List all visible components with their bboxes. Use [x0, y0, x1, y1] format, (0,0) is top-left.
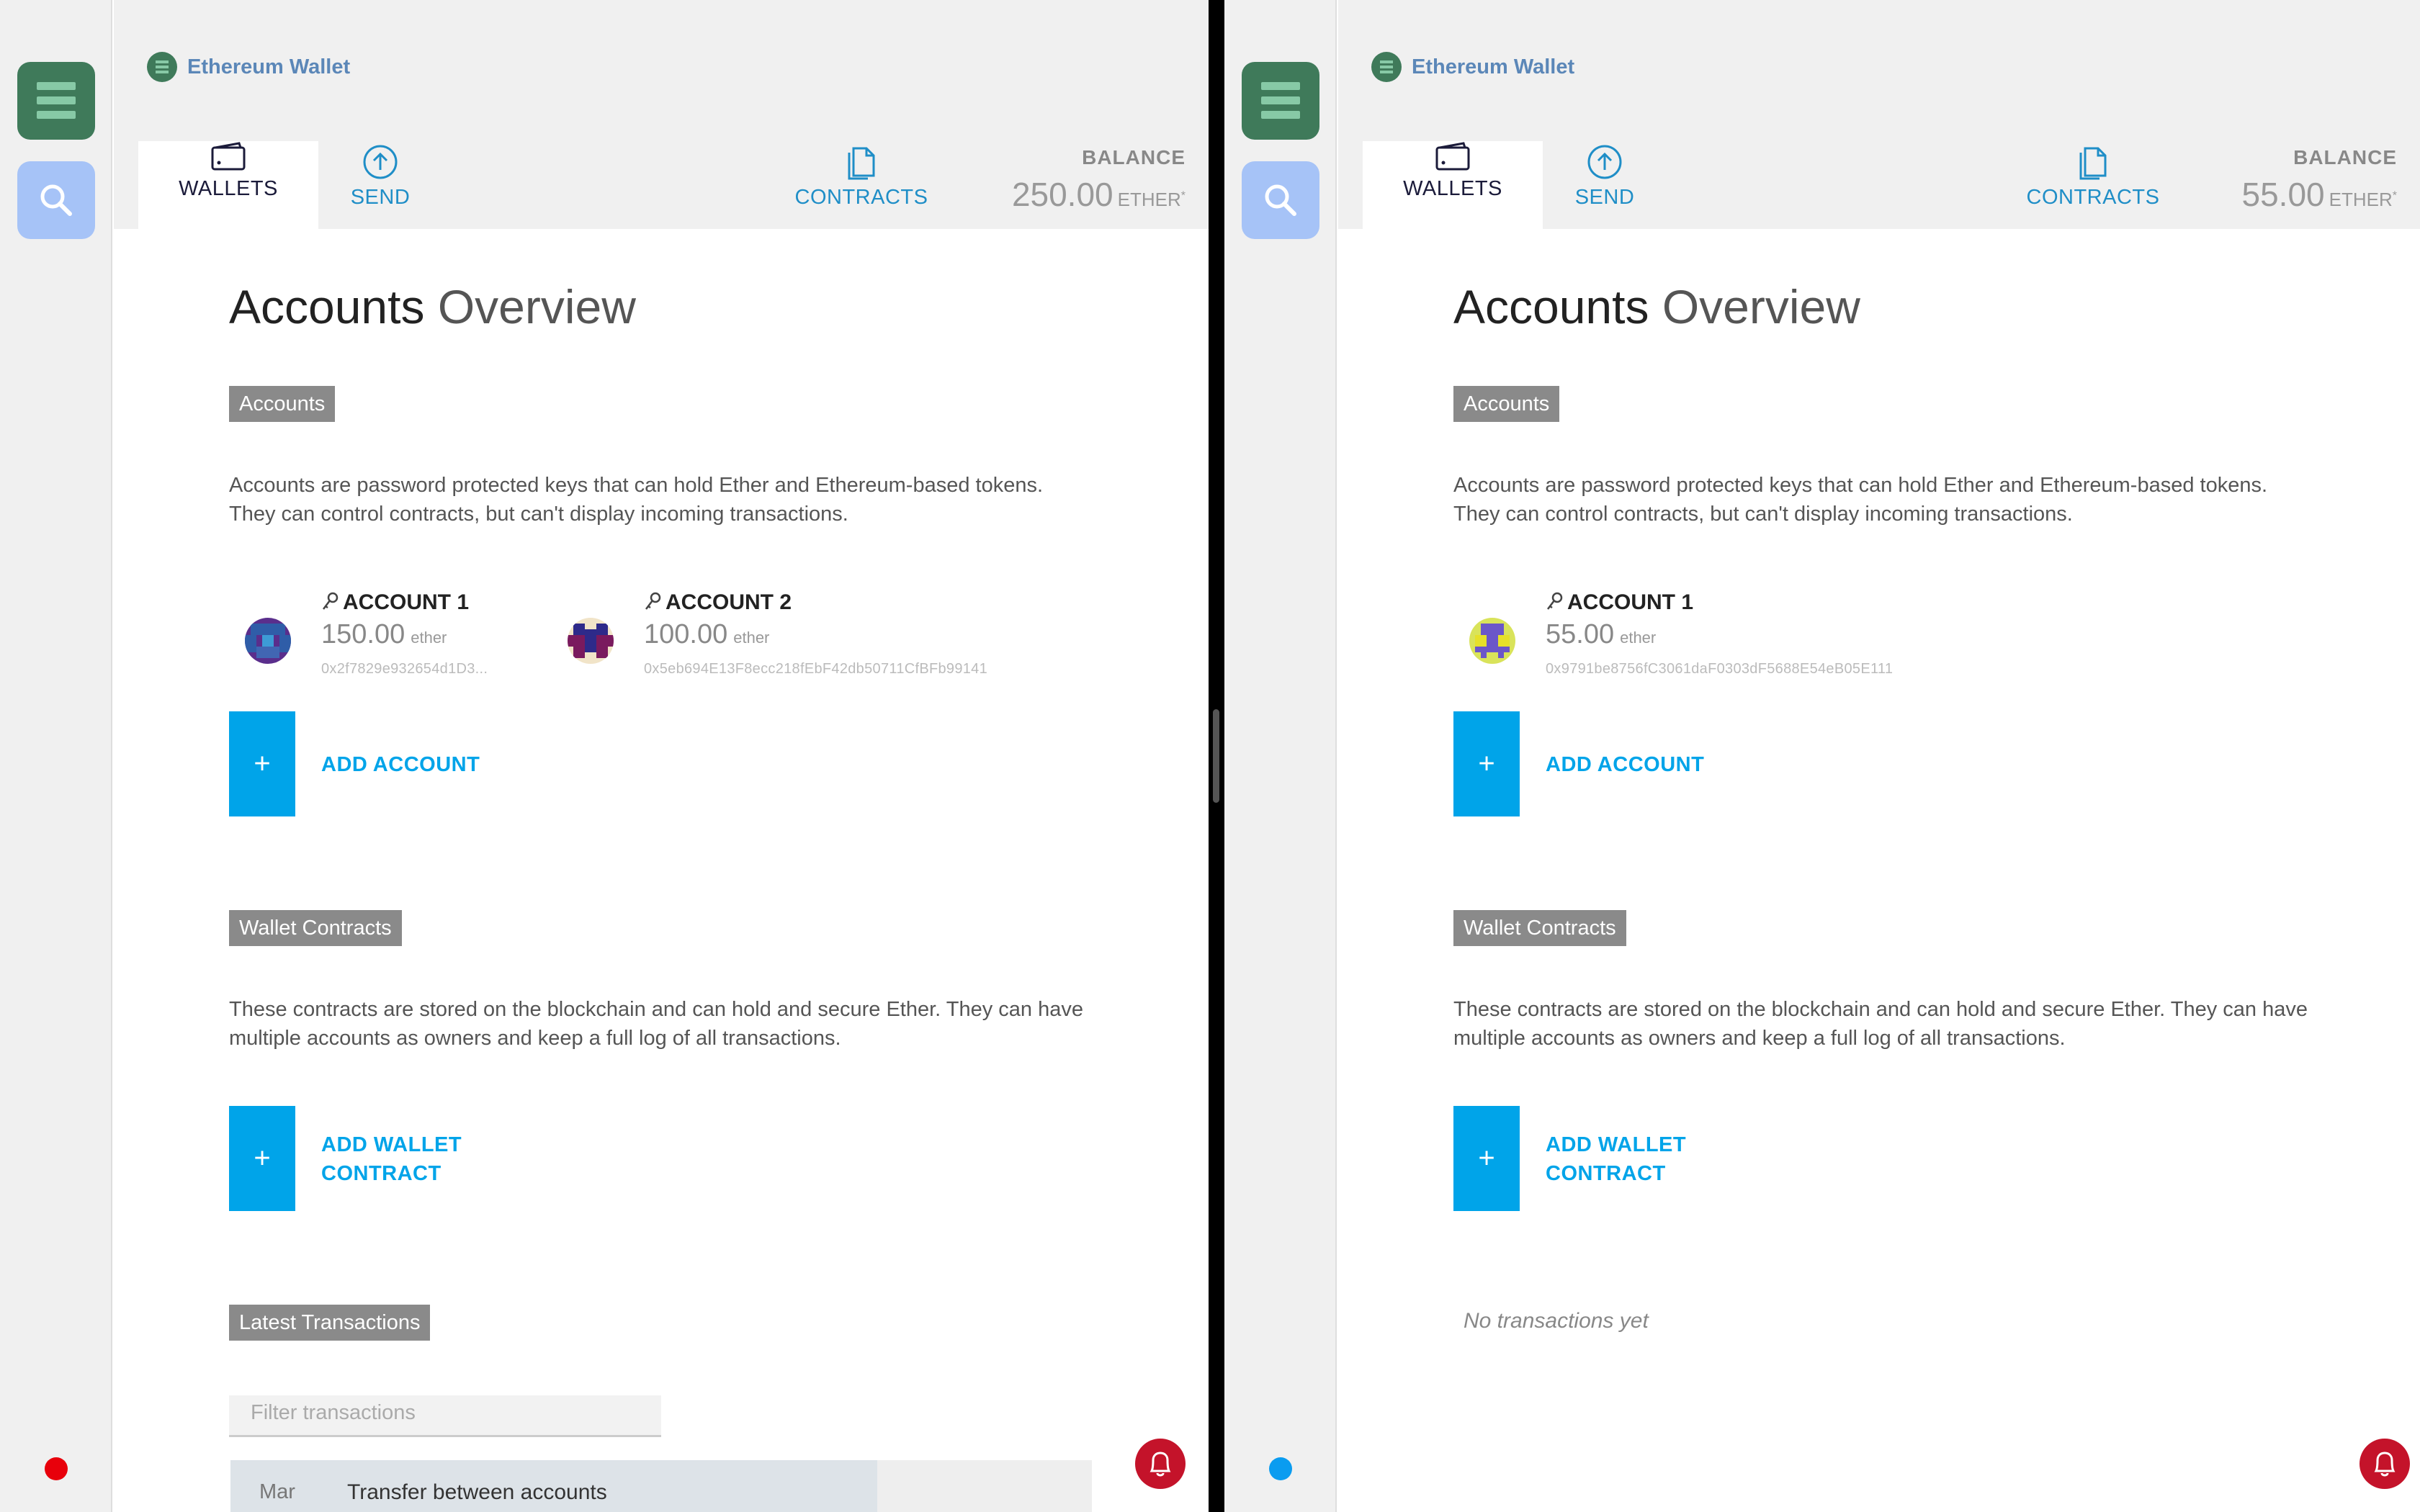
add-account-label[interactable]: ADD ACCOUNT — [321, 750, 480, 779]
account-balance: 100.00 ether — [644, 619, 770, 649]
account-identicon — [568, 618, 614, 664]
balance-label: BALANCE — [2293, 146, 2397, 168]
contracts-icon — [2079, 147, 2107, 180]
header: Ethereum Wallet WALLETS SEND CONTRACTS B… — [114, 0, 1209, 229]
account-card[interactable]: ACCOUNT 1 150.00 ether 0x2f7829e932654d1D… — [245, 590, 519, 698]
account-name: ACCOUNT 1 — [321, 590, 469, 615]
wallet-icon — [211, 142, 246, 171]
key-icon — [323, 592, 339, 610]
right-window: Ethereum Wallet WALLETS SEND CONTRACTS B… — [1224, 0, 2420, 1512]
status-indicator — [45, 1457, 68, 1480]
contracts-icon — [848, 147, 875, 180]
accounts-section-label: Accounts — [229, 386, 336, 422]
status-indicator — [1269, 1457, 1292, 1480]
tab-wallets-label: WALLETS — [179, 177, 278, 200]
transaction-month: Mar — [259, 1480, 295, 1503]
tab-contracts[interactable]: CONTRACTS — [2021, 144, 2165, 210]
balance-amount: 55.00 — [2241, 176, 2325, 213]
brand-logo — [147, 52, 177, 82]
account-card[interactable]: ACCOUNT 2 100.00 ether 0x5eb694E13F8ecc21… — [568, 590, 987, 698]
page-title: Accounts Overview — [1453, 280, 1860, 333]
account-card[interactable]: ACCOUNT 1 55.00 ether 0x9791be8756fC3061d… — [1469, 590, 1973, 698]
tab-contracts-label: CONTRACTS — [2026, 186, 2160, 209]
add-wallet-contract-button[interactable]: + — [1453, 1106, 1520, 1211]
accounts-section-label: Accounts — [1453, 386, 1560, 422]
account-balance: 55.00 ether — [1546, 619, 1657, 649]
accounts-description: Accounts are password protected keys tha… — [229, 474, 1044, 526]
table-row[interactable]: Mar Transfer between accounts — [230, 1460, 1092, 1512]
accounts-description: Accounts are password protected keys tha… — [1453, 474, 2268, 526]
wallet-contracts-description: These contracts are stored on the blockc… — [229, 998, 1083, 1050]
notification-bell-icon[interactable] — [2360, 1439, 2410, 1489]
account-address: 0x2f7829e932654d1D3... — [321, 661, 488, 677]
wallet-app-icon[interactable] — [17, 62, 95, 140]
filter-transactions-input[interactable]: Filter transactions — [229, 1395, 661, 1437]
app-brand[interactable]: Ethereum Wallet — [1371, 52, 1574, 82]
notification-bell-icon[interactable] — [1135, 1439, 1186, 1489]
add-account-button[interactable]: + — [1453, 711, 1520, 816]
wallet-icon — [1435, 142, 1470, 171]
account-address: 0x9791be8756fC3061daF0303dF5688E54eB05E1… — [1546, 661, 1894, 677]
page-title: Accounts Overview — [229, 280, 636, 333]
tab-contracts[interactable]: CONTRACTS — [789, 144, 933, 210]
add-wallet-contract-label[interactable]: ADD WALLET CONTRACT — [1546, 1130, 1686, 1188]
account-identicon — [245, 618, 291, 664]
account-address: 0x5eb694E13F8ecc218fEbF42db50711CfBFb991… — [644, 661, 988, 677]
transaction-description: Transfer between accounts — [347, 1480, 607, 1504]
tab-send[interactable]: SEND — [1554, 144, 1655, 210]
wallet-app-icon[interactable] — [1242, 62, 1319, 140]
search-icon[interactable] — [1242, 161, 1319, 239]
tab-send-label: SEND — [1574, 186, 1635, 209]
add-wallet-contract-label[interactable]: ADD WALLET CONTRACT — [321, 1130, 462, 1188]
wallet-contracts-description: These contracts are stored on the blockc… — [1453, 998, 2308, 1050]
app-rail — [0, 0, 112, 1512]
add-wallet-contract-button[interactable]: + — [229, 1106, 295, 1211]
app-brand[interactable]: Ethereum Wallet — [147, 52, 350, 82]
balance-value: 250.00 ETHER* — [1012, 175, 1186, 214]
add-account-button[interactable]: + — [229, 711, 295, 816]
tab-wallets[interactable]: WALLETS — [1363, 141, 1543, 229]
split-resize-handle[interactable] — [1213, 709, 1219, 803]
search-icon[interactable] — [17, 161, 95, 239]
no-transactions-message: No transactions yet — [1464, 1309, 1649, 1333]
key-icon — [645, 592, 661, 610]
latest-transactions-section-label: Latest Transactions — [229, 1305, 431, 1341]
left-window: Ethereum Wallet WALLETS SEND CONTRACTS B… — [0, 0, 1209, 1512]
account-name: ACCOUNT 2 — [644, 590, 792, 615]
app-rail — [1224, 0, 1337, 1512]
tab-contracts-label: CONTRACTS — [794, 186, 928, 209]
main-content: Accounts Overview Accounts Accounts are … — [1338, 229, 2420, 1512]
balance-unit: ETHER* — [1117, 189, 1186, 210]
wallet-contracts-section-label: Wallet Contracts — [229, 910, 402, 946]
wallet-contracts-section-label: Wallet Contracts — [1453, 910, 1626, 946]
account-name: ACCOUNT 1 — [1546, 590, 1693, 615]
brand-title: Ethereum Wallet — [1412, 55, 1575, 78]
send-icon — [1587, 145, 1622, 179]
brand-title: Ethereum Wallet — [187, 55, 351, 78]
main-content: Accounts Overview Accounts Accounts are … — [114, 229, 1209, 1512]
tab-send-label: SEND — [350, 186, 411, 209]
key-icon — [1547, 592, 1563, 610]
tab-wallets-label: WALLETS — [1403, 177, 1502, 200]
add-account-label[interactable]: ADD ACCOUNT — [1546, 750, 1704, 779]
balance-unit: ETHER* — [2329, 189, 2397, 210]
tab-wallets[interactable]: WALLETS — [138, 141, 318, 229]
balance-label: BALANCE — [1082, 146, 1186, 168]
tab-send[interactable]: SEND — [330, 144, 431, 210]
account-identicon — [1469, 618, 1515, 664]
send-icon — [363, 145, 398, 179]
header: Ethereum Wallet WALLETS SEND CONTRACTS B… — [1338, 0, 2420, 229]
balance-amount: 250.00 — [1011, 176, 1113, 213]
account-balance: 150.00 ether — [321, 619, 447, 649]
balance-value: 55.00 ETHER* — [2242, 175, 2397, 214]
brand-logo — [1371, 52, 1402, 82]
